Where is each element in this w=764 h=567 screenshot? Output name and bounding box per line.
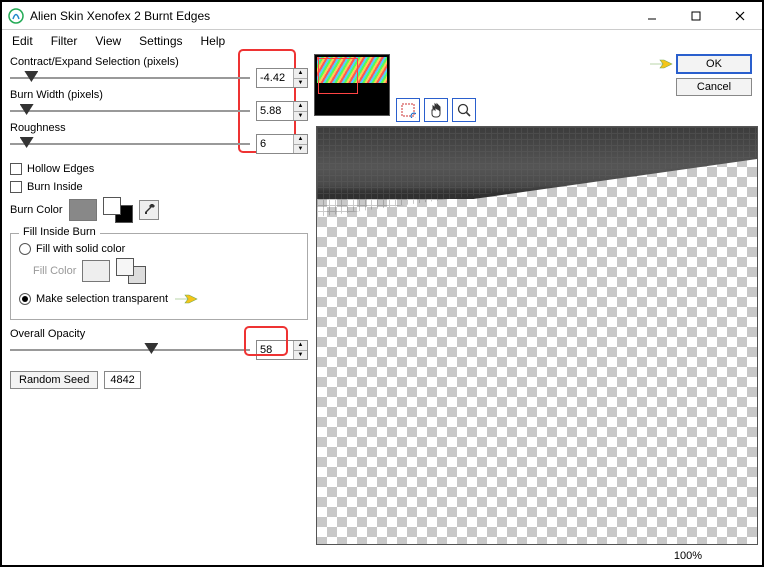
make-transparent-radio[interactable] [19, 293, 31, 305]
roughness-spinbox[interactable]: ▲▼ [256, 134, 308, 154]
fill-inside-group: Fill Inside Burn Fill with solid color F… [10, 233, 308, 320]
navigator-thumbnail[interactable] [314, 54, 390, 116]
burnwidth-spin-up[interactable]: ▲ [294, 102, 307, 112]
burnwidth-spinbox[interactable]: ▲▼ [256, 101, 308, 121]
roughness-spin-up[interactable]: ▲ [294, 135, 307, 145]
opacity-label: Overall Opacity [10, 328, 308, 340]
fill-color-label: Fill Color [33, 265, 76, 277]
menu-settings[interactable]: Settings [139, 34, 182, 48]
seed-value[interactable]: 4842 [104, 371, 140, 389]
opacity-spin-up[interactable]: ▲ [294, 341, 307, 351]
burnwidth-spin-down[interactable]: ▼ [294, 112, 307, 121]
menubar: Edit Filter View Settings Help [2, 30, 762, 52]
roughness-label: Roughness [10, 122, 308, 134]
statusbar: 100% [2, 547, 762, 565]
fill-solid-radio[interactable] [19, 243, 31, 255]
burn-inside-checkbox[interactable] [10, 181, 22, 193]
window-title: Alien Skin Xenofex 2 Burnt Edges [30, 9, 630, 23]
contract-spin-up[interactable]: ▲ [294, 69, 307, 79]
burn-color-stack[interactable] [103, 197, 133, 223]
dialog-window: Alien Skin Xenofex 2 Burnt Edges Edit Fi… [0, 0, 764, 567]
burnt-effect-render [317, 127, 757, 544]
burn-color-label: Burn Color [10, 204, 63, 216]
make-transparent-label: Make selection transparent [36, 293, 168, 305]
roughness-slider[interactable] [10, 138, 250, 150]
burn-color-swatch[interactable] [69, 199, 97, 221]
tool-marquee-icon[interactable] [396, 98, 420, 122]
contract-value[interactable] [257, 69, 293, 87]
maximize-button[interactable] [674, 2, 718, 29]
fill-solid-label: Fill with solid color [36, 243, 125, 255]
burnwidth-label: Burn Width (pixels) [10, 89, 308, 101]
hollow-edges-label: Hollow Edges [27, 163, 94, 175]
burn-inside-label: Burn Inside [27, 181, 83, 193]
contract-label: Contract/Expand Selection (pixels) [10, 56, 308, 68]
eyedropper-button[interactable] [139, 200, 159, 220]
tool-zoom-icon[interactable] [452, 98, 476, 122]
preview-canvas[interactable] [316, 126, 758, 545]
opacity-value[interactable] [257, 341, 293, 359]
fill-color-stack [116, 258, 146, 284]
cancel-button[interactable]: Cancel [676, 78, 752, 96]
pointer-annotation-icon [173, 290, 199, 308]
fill-color-swatch [82, 260, 110, 282]
pointer-annotation-ok-icon [648, 55, 674, 73]
opacity-spinbox[interactable]: ▲▼ [256, 340, 308, 360]
contract-spin-down[interactable]: ▼ [294, 79, 307, 88]
opacity-spin-down[interactable]: ▼ [294, 351, 307, 360]
burnwidth-value[interactable] [257, 102, 293, 120]
random-seed-button[interactable]: Random Seed [10, 371, 98, 389]
menu-view[interactable]: View [95, 34, 121, 48]
minimize-button[interactable] [630, 2, 674, 29]
titlebar: Alien Skin Xenofex 2 Burnt Edges [2, 2, 762, 30]
roughness-spin-down[interactable]: ▼ [294, 145, 307, 154]
window-controls [630, 2, 762, 29]
burnwidth-slider[interactable] [10, 105, 250, 117]
contract-slider[interactable] [10, 72, 250, 84]
settings-panel: Contract/Expand Selection (pixels) ▲▼ Bu… [2, 52, 314, 547]
preview-panel: OK Cancel [314, 52, 762, 547]
menu-help[interactable]: Help [201, 34, 226, 48]
hollow-edges-checkbox[interactable] [10, 163, 22, 175]
contract-spinbox[interactable]: ▲▼ [256, 68, 308, 88]
tool-hand-icon[interactable] [424, 98, 448, 122]
zoom-level: 100% [674, 550, 702, 562]
menu-filter[interactable]: Filter [51, 34, 78, 48]
fill-inside-legend: Fill Inside Burn [19, 226, 100, 238]
roughness-value[interactable] [257, 135, 293, 153]
app-logo-icon [8, 8, 24, 24]
close-button[interactable] [718, 2, 762, 29]
menu-edit[interactable]: Edit [12, 34, 33, 48]
ok-button[interactable]: OK [676, 54, 752, 74]
navigator-selection[interactable] [318, 58, 358, 94]
opacity-slider[interactable] [10, 344, 250, 356]
